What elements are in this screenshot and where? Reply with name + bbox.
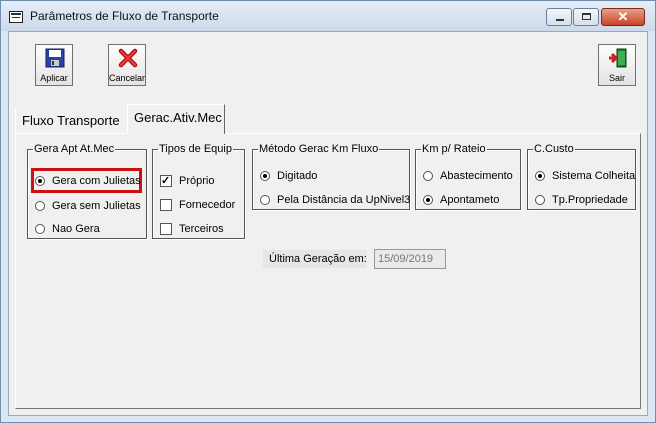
window-title: Parâmetros de Fluxo de Transporte [30,9,219,23]
maximize-icon [582,13,591,20]
radio-label: Tp.Propriedade [552,194,628,206]
exit-button[interactable]: Sair [598,44,636,86]
apply-button[interactable]: Aplicar [35,44,73,86]
group-tipos-equip: Tipos de Equip Próprio Fornecedor Tercei… [152,144,245,239]
cancel-x-icon [118,48,138,68]
radio-button[interactable] [423,171,433,181]
checkbox-label: Fornecedor [179,199,236,211]
group-ccusto: C.Custo Sistema Colheita Tp.Propriedade [527,144,636,210]
checkbox-checked[interactable] [160,173,172,189]
radio-button[interactable] [35,224,45,234]
radio-button-selected[interactable] [535,171,545,181]
radio-label: Digitado [277,170,318,182]
radio-label: Gera com Julietas [52,175,141,187]
radio-label: Pela Distância da UpNivel3 [277,194,411,206]
checkbox[interactable] [160,199,172,211]
tab-strip: Fluxo Transporte Gerac.Ativ.Mec [15,104,643,134]
group-km-rateio: Km p/ Rateio Abastecimento Apontameto [415,144,521,210]
tab-gerac-ativ-mec[interactable]: Gerac.Ativ.Mec [127,104,225,134]
group-ccusto-legend: C.Custo [534,143,574,155]
radio-label: Abastecimento [440,170,513,182]
radio-label: Sistema Colheita [552,170,636,182]
group-km-rateio-legend: Km p/ Rateio [422,143,486,155]
minimize-button[interactable] [546,8,572,26]
main-window: Parâmetros de Fluxo de Transporte ✕ Apli… [0,0,656,423]
maximize-button[interactable] [573,8,599,26]
last-generation-field: 15/09/2019 [374,249,446,269]
exit-door-icon [609,48,627,68]
radio-label: Apontameto [440,194,500,206]
radio-button[interactable] [535,195,545,205]
tab-fluxo-transporte[interactable]: Fluxo Transporte [15,108,127,134]
apply-label: Aplicar [40,73,68,83]
close-icon: ✕ [617,9,629,24]
last-generation-label: Última Geração em: [263,250,367,268]
window-app-icon [9,11,23,23]
title-bar[interactable]: Parâmetros de Fluxo de Transporte ✕ [1,1,655,31]
client-area: Aplicar Cancelar Sair Fluxo Transporte G… [8,31,648,416]
radio-button[interactable] [35,201,45,211]
save-disk-icon [45,48,65,68]
radio-button-selected[interactable] [423,195,433,205]
close-button[interactable]: ✕ [601,8,645,26]
radio-button[interactable] [260,195,270,205]
group-gera-apt: Gera Apt At.Mec Gera com Julietas Gera s… [27,144,147,239]
cancel-button[interactable]: Cancelar [108,44,146,86]
radio-label: Gera sem Julietas [52,200,141,212]
toolbar: Aplicar Cancelar Sair [9,32,647,98]
radio-label: Nao Gera [52,223,100,235]
radio-button-selected[interactable] [260,171,270,181]
checkbox[interactable] [160,223,172,235]
tab-panel-gerac-ativ-mec: Gera Apt At.Mec Gera com Julietas Gera s… [15,133,641,409]
radio-button-selected[interactable] [35,176,45,186]
checkbox-label: Terceiros [179,223,224,235]
checkbox-label: Próprio [179,175,215,187]
cancel-label: Cancelar [109,73,146,83]
exit-label: Sair [608,73,625,83]
minimize-icon [556,19,564,21]
group-tipos-equip-legend: Tipos de Equip [159,143,232,155]
group-gera-apt-legend: Gera Apt At.Mec [34,143,115,155]
group-metodo-gerac-legend: Método Gerac Km Fluxo [259,143,379,155]
group-metodo-gerac: Método Gerac Km Fluxo Digitado Pela Dist… [252,144,410,210]
